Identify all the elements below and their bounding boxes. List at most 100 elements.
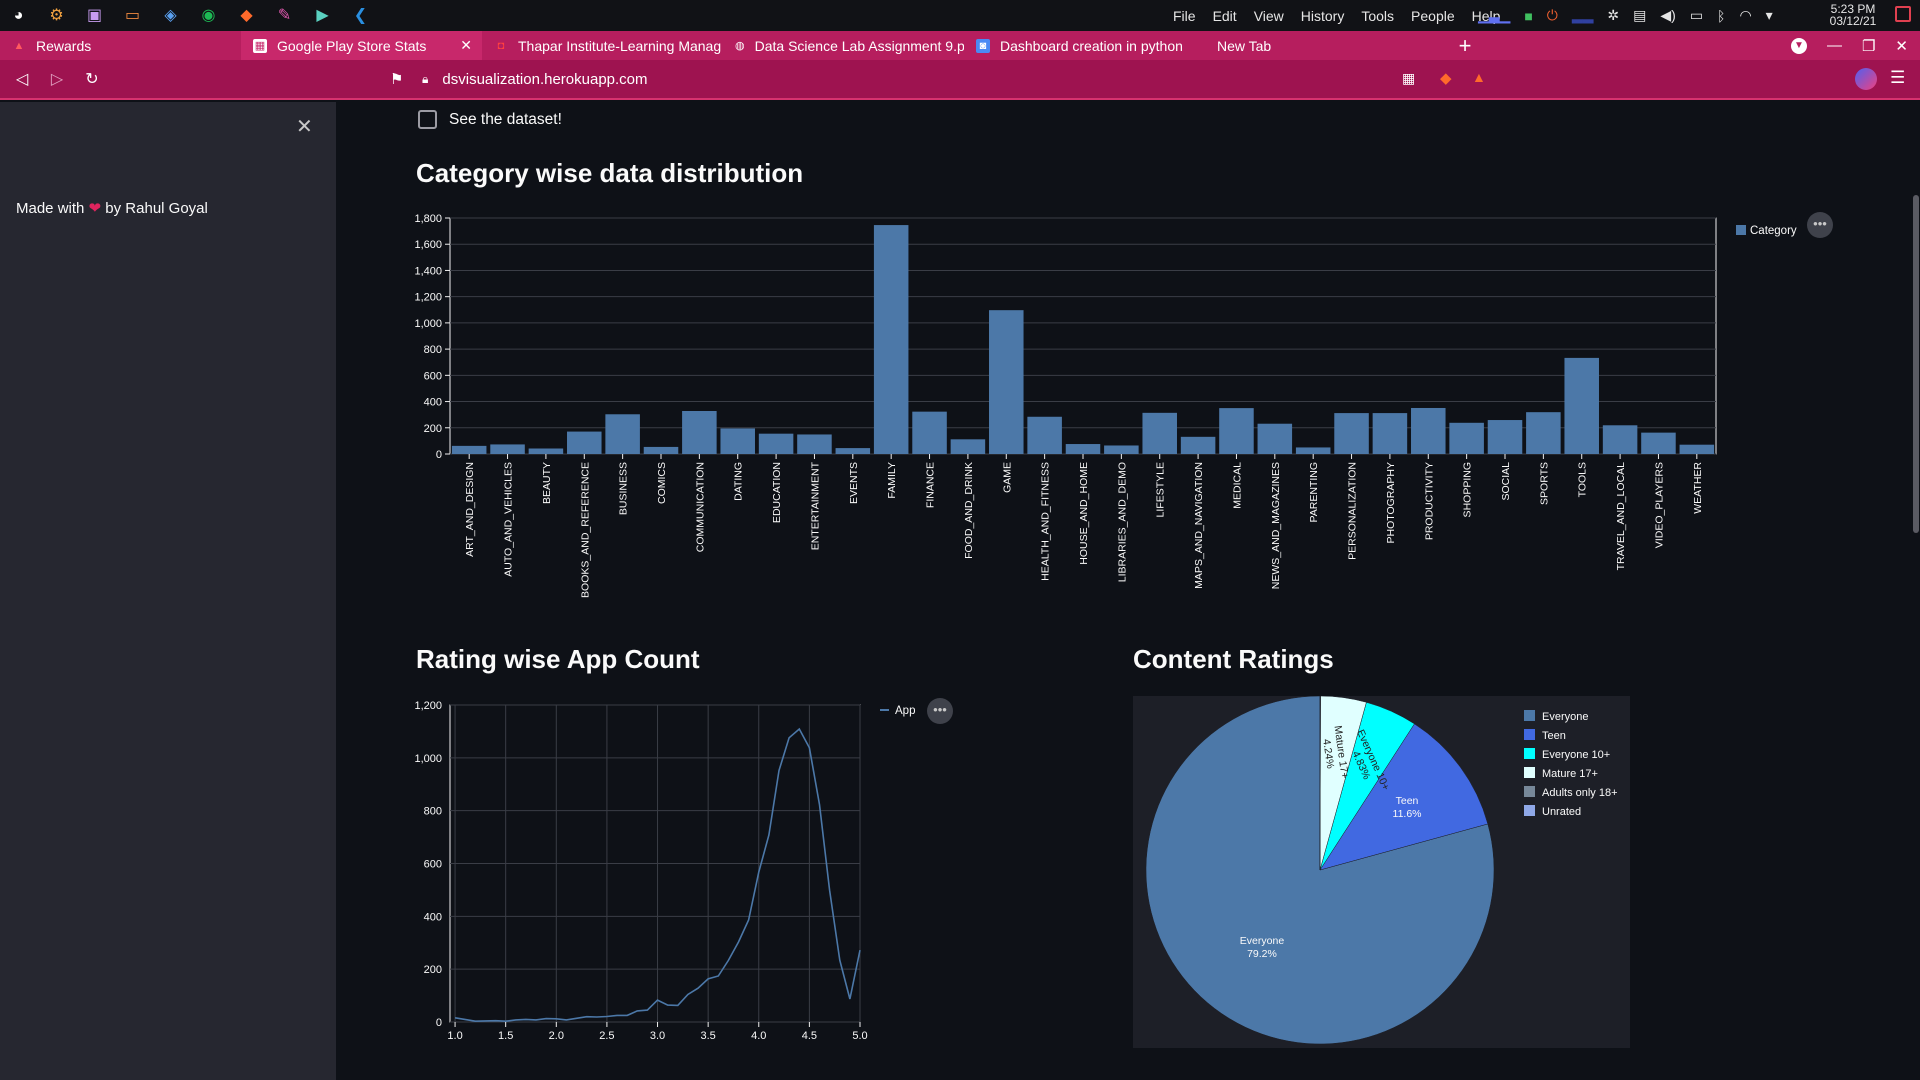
slice-label-percent: 11.6% [1393,808,1422,820]
lock-icon[interactable]: ■ [1524,8,1532,24]
y-tick-label: 800 [424,344,442,356]
category-bar-chart: 0 200 400 600 800 1,000 1,200 1,400 1,600 1,800 AR… [414,212,1833,598]
new-tab-button[interactable]: + [1445,31,1485,60]
x-tick-label: FOOD_AND_DRINK [963,462,975,559]
tab-dashboard-creation[interactable]: ◙ Dashboard creation in python [964,31,1205,60]
menu-history[interactable]: History [1301,8,1345,24]
menu-people[interactable]: People [1411,8,1455,24]
heart-icon: ❤ [88,200,102,217]
x-tick-label: FINANCE [925,462,937,508]
x-tick-label: 3.5 [700,1030,715,1042]
tab-google-play-store-stats[interactable]: ▦ Google Play Store Stats ✕ [241,31,482,60]
legend-swatch [1524,786,1535,797]
clock[interactable]: 5:23 PM 03/12/21 [1824,3,1882,27]
tab-rewards[interactable]: ▲ Rewards [0,31,241,60]
reload-icon[interactable]: ↻ [79,66,105,92]
url-text: dsvisualization.herokuapp.com [442,71,648,88]
bar [912,411,947,454]
settings-icon[interactable]: ⚙ [44,5,69,27]
volume-icon[interactable]: ◀) [1660,7,1675,24]
profile-avatar[interactable] [1855,68,1877,90]
content-ratings-title: Content Ratings [1133,644,1334,674]
network-graph-icon[interactable]: ▂▂ [1572,7,1594,24]
menu-icon[interactable]: ☰ [1890,68,1905,88]
app-menu-bar: File Edit View History Tools People Help [1173,0,1500,31]
editor-icon[interactable]: ✎ [272,5,297,27]
cpu-graph-icon[interactable]: ▁▃▁ [1478,7,1510,24]
x-tick-label: PRODUCTIVITY [1423,462,1435,540]
forward-icon[interactable]: ▷ [44,66,70,92]
bluetooth-icon[interactable]: ᛒ [1717,8,1725,24]
brave-shields-icon[interactable]: ◆ [1440,69,1452,87]
x-tick-label: VIDEO_PLAYERS [1653,462,1665,548]
gamepad-icon[interactable]: ◈ [158,5,183,27]
lock-icon: 🔒︎ [422,72,429,86]
y-tick-label: 1,200 [414,292,442,304]
tab-thapar-lms[interactable]: ◘ Thapar Institute-Learning Manag [482,31,723,60]
bar [1104,445,1139,454]
slice-label: Teen11.6% [1393,795,1422,820]
minimize-icon[interactable]: — [1827,37,1842,54]
vscode-icon[interactable]: ❮ [348,5,373,27]
menu-view[interactable]: View [1254,8,1284,24]
tab-new-tab[interactable]: New Tab [1205,31,1445,60]
x-tick-label: 1.5 [498,1030,513,1042]
menu-file[interactable]: File [1173,8,1196,24]
battery-icon[interactable]: ▭ [1690,7,1703,24]
bar [989,310,1024,454]
menu-tools[interactable]: Tools [1361,8,1394,24]
address-bar[interactable]: 🔒︎ dsvisualization.herokuapp.com ▦ ◆ ▲ [422,66,1520,93]
y-tick-label: 600 [424,859,442,871]
x-tick-label: BOOKS_AND_REFERENCE [579,462,591,598]
power-icon[interactable]: ⏻ [1547,7,1558,24]
chevron-down-icon[interactable]: ▾ [1766,7,1773,24]
bar [1564,357,1599,454]
tab-data-science-lab[interactable]: ◍ Data Science Lab Assignment 9.pc [723,31,964,60]
bar [528,448,564,454]
brave-rewards-icon[interactable]: ▲ [1472,69,1486,85]
bar [1449,422,1484,454]
tab-label: Dashboard creation in python [1000,37,1183,54]
legend-label: Everyone [1542,711,1588,723]
x-tick-label: BEAUTY [541,462,553,504]
brave-icon[interactable]: ◆ [234,5,259,27]
tab-label: Data Science Lab Assignment 9.pc [754,37,964,54]
bluetooth-settings-icon[interactable]: ✲ [1607,7,1619,24]
clipboard-icon[interactable]: ▤ [1633,7,1646,24]
store-icon[interactable]: ▣ [82,5,107,27]
bar [1142,412,1177,454]
terminal-icon[interactable]: ▶ [310,5,335,27]
bookmark-icon[interactable]: ⚑ [390,70,403,88]
bar [797,434,832,454]
bar [1641,432,1676,454]
back-icon[interactable]: ◁ [9,66,35,92]
arch-menu-icon[interactable]: ◕ [6,5,31,27]
close-tab-icon[interactable]: ✕ [460,37,472,54]
folder-icon[interactable]: ▭ [120,5,145,27]
checkbox-box[interactable] [418,110,437,129]
legend-label: Category [1750,225,1797,237]
legend-label: Adults only 18+ [1542,787,1618,799]
bar [1679,444,1715,454]
x-tick-label: 4.5 [802,1030,817,1042]
qr-code-icon[interactable]: ▦ [1402,70,1415,87]
see-dataset-checkbox[interactable]: See the dataset! [418,110,562,129]
tab-search-icon[interactable]: ▼ [1790,37,1807,54]
x-tick-label: 2.5 [599,1030,614,1042]
legend-label: Teen [1542,730,1566,742]
close-sidebar-icon[interactable]: ✕ [296,114,313,139]
scrollbar[interactable] [1913,195,1919,533]
window-controls: ▼ — ❐ ✕ [1790,31,1920,60]
spotify-icon[interactable]: ◉ [196,5,221,27]
bar [1487,420,1523,454]
tab-label: New Tab [1217,37,1272,54]
y-tick-label: 400 [424,397,442,409]
close-window-icon[interactable]: ✕ [1895,37,1908,55]
wifi-icon[interactable]: ◠ [1739,7,1751,24]
show-desktop-icon[interactable] [1895,6,1911,22]
menu-edit[interactable]: Edit [1213,8,1237,24]
legend-label: Mature 17+ [1542,768,1598,780]
x-tick-label: TRAVEL_AND_LOCAL [1615,462,1627,571]
bar [451,445,487,454]
restore-icon[interactable]: ❐ [1862,37,1875,55]
